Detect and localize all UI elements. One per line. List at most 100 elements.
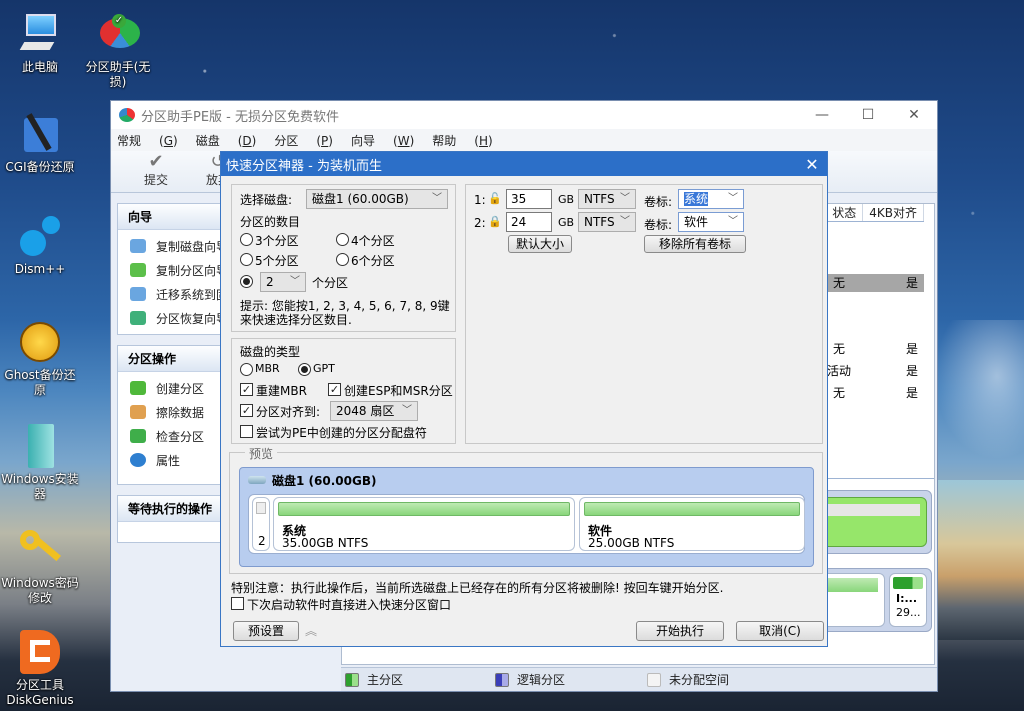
radio-mbr[interactable]	[240, 363, 253, 376]
custom-count-value: 2	[266, 275, 274, 289]
partition-1-fs-dropdown[interactable]: NTFS ﹀	[578, 189, 636, 209]
preview-disk-title: 磁盘1 (60.00GB)	[272, 474, 377, 488]
radio-label: 4个分区	[351, 234, 395, 248]
column-4kb-aligned[interactable]: 4KB对齐	[863, 204, 924, 221]
cancel-button[interactable]: 取消(C)	[736, 621, 824, 641]
legend-primary: 主分区	[345, 671, 495, 688]
info-icon	[130, 453, 146, 467]
commit-button[interactable]: ✔ 提交	[131, 153, 181, 188]
desktop-icon-dism[interactable]: Dism++	[0, 214, 80, 277]
align-sectors-dropdown[interactable]: 2048 扇区 ﹀	[330, 401, 418, 421]
start-button[interactable]: 开始执行	[636, 621, 724, 641]
table-row[interactable]: 活动是	[814, 362, 924, 380]
app-logo-icon	[119, 108, 135, 122]
table-row[interactable]: 无是	[814, 384, 924, 402]
partition-detail: 25.00GB NTFS	[588, 536, 675, 550]
desktop-icon-diskgenius[interactable]: 分区工具DiskGenius	[0, 630, 80, 708]
radio-custom-count[interactable]	[240, 275, 253, 288]
radio-4-partitions[interactable]	[336, 233, 349, 246]
partition-1-size-input[interactable]: 35	[506, 189, 552, 209]
menu-wizard[interactable]: 向导 (W)	[351, 132, 414, 149]
align-checkbox[interactable]: ✓	[240, 404, 253, 417]
desktop-icon-ghost[interactable]: Ghost备份还原	[0, 320, 80, 398]
remove-all-labels-button[interactable]: 移除所有卷标	[644, 235, 746, 253]
dialog-close-button[interactable]: ✕	[797, 152, 827, 176]
commit-label: 提交	[143, 173, 168, 187]
desktop-icon-windows-installer[interactable]: Windows安装器	[0, 424, 80, 502]
migrate-os-icon	[130, 287, 146, 301]
desktop-icon-this-pc[interactable]: 此电脑	[0, 12, 80, 75]
startup-checkbox[interactable]	[231, 597, 244, 610]
partition-1-label-dropdown[interactable]: 系统 ﹀	[678, 189, 744, 209]
menu-disk[interactable]: 磁盘 (D)	[196, 132, 257, 149]
fs-value: NTFS	[584, 192, 615, 206]
dialog-titlebar[interactable]: 快速分区神器 - 为装机而生	[221, 152, 827, 176]
radio-3-partitions[interactable]	[240, 233, 253, 246]
gears-icon	[18, 214, 62, 258]
menu-label: 常规	[117, 133, 142, 148]
menu-label: 磁盘	[195, 133, 220, 148]
radio-6-partitions[interactable]	[336, 253, 349, 266]
default-size-button[interactable]: 默认大小	[508, 235, 572, 253]
desktop-icon-partition-assistant[interactable]: ✓ 分区助手(无损)	[78, 12, 158, 90]
menu-general[interactable]: 常规 (G)	[117, 132, 178, 149]
menu-help[interactable]: 帮助 (H)	[432, 132, 492, 149]
cell-aligned: 是	[905, 342, 918, 356]
minimize-button[interactable]: —	[799, 101, 845, 129]
partition-index: 1:	[474, 193, 486, 207]
input-value: 24	[511, 215, 527, 229]
window-titlebar[interactable]: 分区助手PE版 - 无损分区免费软件 — ☐ ✕	[111, 101, 937, 129]
sidebar-item-label: 属性	[156, 453, 181, 468]
partition-usage-bar	[893, 577, 923, 589]
table-row[interactable]: 无是	[814, 340, 924, 358]
partition-assistant-icon: ✓	[96, 12, 140, 56]
logical-swatch-icon	[495, 672, 509, 687]
legend-unallocated: 未分配空间	[647, 671, 729, 688]
radio-5-partitions[interactable]	[240, 253, 253, 266]
chevron-down-icon: ﹀	[432, 193, 442, 204]
partition-block-small[interactable]: I:... 29...	[889, 573, 927, 627]
menu-accel: D	[242, 133, 252, 148]
radio-label: 5个分区	[255, 254, 299, 268]
partition-2-label-dropdown[interactable]: 软件 ﹀	[678, 212, 744, 232]
unlock-icon[interactable]: 🔓	[488, 193, 502, 205]
menu-accel: H	[478, 133, 488, 148]
table-row[interactable]: 无是	[814, 274, 924, 292]
custom-count-dropdown[interactable]: 2 ﹀	[260, 272, 306, 292]
gpt-index: 2	[258, 534, 266, 548]
preset-button[interactable]: 预设置	[233, 621, 299, 641]
assign-letter-checkbox[interactable]	[240, 425, 253, 438]
create-esp-checkbox[interactable]: ✓	[328, 383, 341, 396]
desktop-icon-cgi-backup[interactable]: CGI备份还原	[0, 112, 80, 175]
lock-icon[interactable]: 🔒	[488, 216, 502, 228]
partition-recovery-icon	[130, 311, 146, 325]
close-button[interactable]: ✕	[891, 101, 937, 129]
expand-chevron-icon[interactable]: ︽	[305, 622, 317, 639]
partition-label: I:...	[896, 592, 918, 605]
column-status[interactable]: 状态	[826, 204, 864, 221]
menu-accel: P	[321, 133, 329, 148]
sidebar-item-label: 检查分区	[156, 429, 205, 444]
partition-2-size-input[interactable]: 24	[506, 212, 552, 232]
select-disk-value: 磁盘1 (60.00GB)	[312, 192, 409, 206]
partition-2-fs-dropdown[interactable]: NTFS ﹀	[578, 212, 636, 232]
select-disk-label: 选择磁盘:	[240, 193, 293, 207]
cell-aligned: 是	[905, 386, 918, 400]
sidebar-item-label: 分区恢复向导	[156, 311, 229, 326]
unallocated-swatch-icon	[647, 672, 661, 687]
select-disk-dropdown[interactable]: 磁盘1 (60.00GB) ﹀	[306, 189, 448, 209]
menu-partition[interactable]: 分区 (P)	[274, 132, 333, 149]
custom-count-suffix: 个分区	[312, 276, 349, 290]
partition-legend: 主分区 逻辑分区 未分配空间	[341, 667, 937, 691]
legend-label: 逻辑分区	[517, 673, 566, 687]
rebuild-mbr-checkbox[interactable]: ✓	[240, 383, 253, 396]
radio-gpt[interactable]	[298, 363, 311, 376]
radio-label: 6个分区	[351, 254, 395, 268]
desktop-icon-windows-password[interactable]: Windows密码修改	[0, 528, 80, 606]
checkbox-label: 下次启动软件时直接进入快速分区窗口	[247, 598, 452, 612]
maximize-button[interactable]: ☐	[845, 101, 891, 129]
align-value: 2048 扇区	[336, 404, 395, 418]
window-title: 分区助手PE版 - 无损分区免费软件	[141, 109, 340, 125]
legend-label: 未分配空间	[669, 673, 730, 687]
sidebar-item-label: 创建分区	[156, 381, 205, 396]
